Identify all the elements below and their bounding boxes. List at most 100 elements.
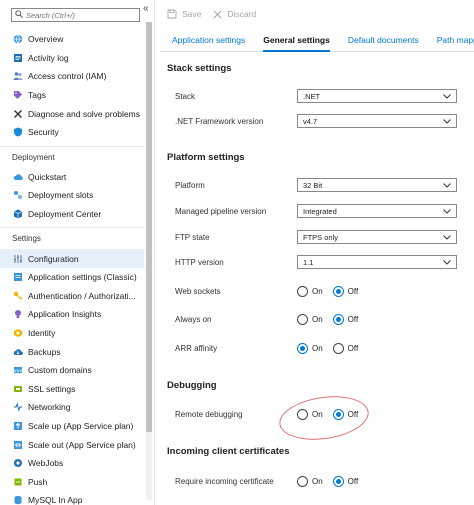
- sidebar-item-webjobs[interactable]: WebJobs: [0, 454, 144, 473]
- tab-default-documents[interactable]: Default documents: [336, 28, 425, 51]
- sidebar-item-diagnose[interactable]: Diagnose and solve problems: [0, 104, 144, 123]
- identity-icon: [13, 328, 23, 338]
- remote-debugging-radio-group: On Off: [297, 408, 368, 420]
- sliders-icon: [13, 254, 23, 264]
- sidebar-scrollbar[interactable]: [146, 22, 152, 500]
- pipeline-select[interactable]: Integrated: [297, 204, 457, 218]
- tab-general-settings[interactable]: General settings: [251, 28, 336, 52]
- sidebar-item-label: Push: [28, 476, 48, 487]
- sidebar-item-security[interactable]: Security: [0, 123, 144, 142]
- framework-select[interactable]: v4.7: [297, 114, 457, 128]
- domain-icon: www: [13, 365, 23, 375]
- people-icon: [13, 71, 23, 81]
- alwayson-off-radio[interactable]: Off: [332, 313, 359, 325]
- http-select[interactable]: 1.1: [297, 255, 457, 269]
- sidebar-item-deployment-slots[interactable]: Deployment slots: [0, 186, 144, 205]
- sidebar-item-identity[interactable]: Identity: [0, 324, 144, 343]
- radio-circle: [297, 285, 308, 297]
- chevron-down-icon: [443, 207, 451, 216]
- search-input[interactable]: [26, 10, 136, 20]
- remote-debugging-on-radio[interactable]: On: [297, 408, 323, 420]
- sidebar-item-scale-out[interactable]: Scale out (App Service plan): [0, 435, 144, 454]
- sidebar-item-overview[interactable]: Overview: [0, 30, 144, 49]
- chevron-down-icon: [443, 181, 451, 190]
- slots-icon: [13, 190, 23, 200]
- sidebar-scroll-thumb[interactable]: [146, 22, 152, 432]
- radio-circle-selected: [332, 475, 344, 487]
- sidebar-item-custom-domains[interactable]: www Custom domains: [0, 361, 144, 380]
- scale-out-icon: [13, 440, 23, 450]
- wrench-icon: [13, 109, 23, 119]
- sidebar-item-quickstart[interactable]: Quickstart: [0, 168, 144, 187]
- framework-row: .NET Framework version v4.7: [175, 111, 467, 131]
- collapse-sidebar-button[interactable]: «: [143, 3, 149, 14]
- sidebar-item-app-settings-classic[interactable]: Application settings (Classic): [0, 268, 144, 287]
- chevron-down-icon: [443, 92, 451, 101]
- key-icon: [13, 291, 23, 301]
- save-button[interactable]: Save: [167, 9, 201, 19]
- sidebar-item-mysql[interactable]: MySQL In App: [0, 491, 144, 505]
- search-box[interactable]: [11, 8, 140, 22]
- arr-radio-group: On Off: [297, 342, 368, 354]
- backup-icon: [13, 347, 23, 357]
- sidebar-item-scale-up[interactable]: Scale up (App Service plan): [0, 417, 144, 436]
- radio-circle: [297, 408, 308, 420]
- sidebar-item-access-control[interactable]: Access control (IAM): [0, 67, 144, 86]
- radio-circle: [297, 313, 308, 325]
- sidebar-item-label: Networking: [28, 402, 71, 413]
- sidebar-item-activity-log[interactable]: Activity log: [0, 49, 144, 68]
- sidebar-item-backups[interactable]: Backups: [0, 342, 144, 361]
- websockets-on-radio[interactable]: On: [297, 285, 323, 297]
- tab-application-settings[interactable]: Application settings: [160, 28, 251, 51]
- radio-circle-selected: [297, 342, 308, 354]
- sidebar-item-label: Tags: [28, 90, 46, 101]
- platform-settings-title: Platform settings: [167, 152, 245, 163]
- framework-value: v4.7: [303, 116, 318, 126]
- radio-label: On: [312, 286, 323, 296]
- sidebar-item-ssl-settings[interactable]: SSL settings: [0, 380, 144, 399]
- save-label: Save: [182, 9, 202, 19]
- alwayson-radio-group: On Off: [297, 313, 368, 325]
- chevron-down-icon: [443, 258, 451, 267]
- chevron-down-icon: [443, 233, 451, 242]
- stack-settings-title: Stack settings: [167, 63, 232, 74]
- ftp-label: FTP state: [175, 232, 210, 242]
- close-icon: [213, 10, 222, 19]
- websockets-label: Web sockets: [175, 286, 221, 296]
- sidebar: « Overview Activity log Access control (…: [0, 0, 155, 505]
- ssl-icon: [13, 384, 23, 394]
- remote-debugging-row: Remote debugging On Off: [175, 404, 467, 424]
- websockets-off-radio[interactable]: Off: [332, 285, 358, 297]
- sidebar-item-tags[interactable]: Tags: [0, 86, 144, 105]
- stack-select[interactable]: .NET: [297, 89, 457, 103]
- require-cert-on-radio[interactable]: On: [297, 475, 323, 487]
- sidebar-item-label: Deployment slots: [28, 190, 94, 201]
- alwayson-on-radio[interactable]: On: [297, 313, 323, 325]
- radio-circle-selected: [332, 313, 344, 325]
- remote-debugging-off-radio[interactable]: Off: [332, 408, 359, 420]
- ftp-select[interactable]: FTPS only: [297, 230, 457, 244]
- radio-label: Off: [347, 314, 359, 324]
- arr-off-radio[interactable]: Off: [332, 342, 359, 354]
- sidebar-item-app-insights[interactable]: Application Insights: [0, 305, 144, 324]
- sidebar-item-authentication[interactable]: Authentication / Authorizati...: [0, 287, 144, 306]
- tab-path-mappings[interactable]: Path mappings: [425, 28, 474, 51]
- sidebar-item-deployment-center[interactable]: Deployment Center: [0, 205, 144, 224]
- radio-label: Off: [347, 476, 359, 486]
- require-cert-off-radio[interactable]: Off: [332, 475, 359, 487]
- svg-text:www: www: [13, 368, 23, 373]
- radio-label: Off: [347, 343, 359, 353]
- ftp-row: FTP state FTPS only: [175, 227, 467, 247]
- framework-label: .NET Framework version: [175, 116, 264, 126]
- platform-select[interactable]: 32 Bit: [297, 178, 457, 192]
- sidebar-item-configuration[interactable]: Configuration: [0, 249, 144, 268]
- websockets-row: Web sockets On Off: [175, 281, 467, 301]
- arr-on-radio[interactable]: On: [297, 342, 323, 354]
- sidebar-item-networking[interactable]: Networking: [0, 398, 144, 417]
- radio-label: Off: [347, 409, 359, 419]
- discard-label: Discard: [227, 9, 257, 19]
- sidebar-item-label: Activity log: [28, 52, 69, 63]
- sidebar-item-label: Scale up (App Service plan): [28, 420, 134, 431]
- discard-button[interactable]: Discard: [213, 9, 256, 19]
- sidebar-item-push[interactable]: Push: [0, 472, 144, 491]
